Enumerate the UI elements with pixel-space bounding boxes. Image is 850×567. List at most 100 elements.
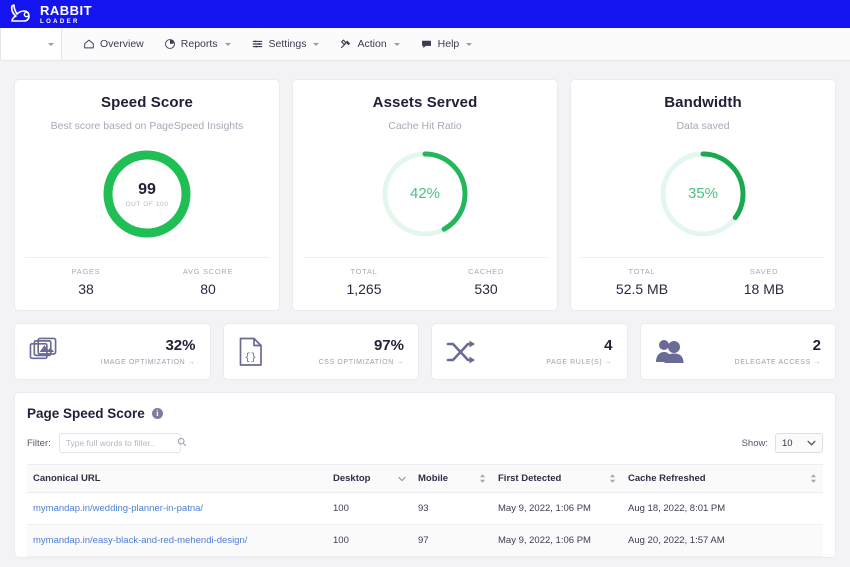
footer-value: 530 <box>425 281 547 297</box>
chat-icon <box>420 38 433 50</box>
card-footer: TOTAL 1,265 CACHED 530 <box>303 257 547 310</box>
column-label: Cache Refreshed <box>628 473 706 484</box>
nav-label: Reports <box>181 38 218 50</box>
canonical-url-link[interactable]: mymandap.in/wedding-planner-in-patna/ <box>33 503 203 514</box>
page-speed-table: Canonical URL Desktop Mobile <box>27 464 823 557</box>
users-icon <box>655 338 685 365</box>
cell-first-detected: May 9, 2022, 1:06 PM <box>492 493 622 525</box>
svg-text:{}: {} <box>244 352 256 364</box>
stat-label: CSS OPTIMIZATION → <box>319 359 404 366</box>
column-header-first-detected[interactable]: First Detected <box>492 465 622 493</box>
footer-label: SAVED <box>703 267 825 276</box>
info-icon[interactable]: i <box>152 408 163 419</box>
cell-desktop: 100 <box>327 493 412 525</box>
chevron-down-icon <box>225 43 231 46</box>
sort-desc-icon <box>388 476 406 482</box>
show-label: Show: <box>742 438 768 449</box>
column-label: Mobile <box>418 473 448 484</box>
table-row[interactable]: mymandap.in/wedding-planner-in-patna/ 10… <box>27 493 823 525</box>
show-entries-control: Show: 10 <box>742 433 823 453</box>
stat-value: 4 <box>604 337 612 354</box>
search-input[interactable] <box>66 438 177 448</box>
column-label: Desktop <box>333 473 370 484</box>
nav-label: Overview <box>100 38 144 50</box>
nav-item-reports[interactable]: Reports <box>155 34 240 54</box>
stat-tile-css-optimization[interactable]: {} 97% CSS OPTIMIZATION → <box>223 323 420 380</box>
column-header-mobile[interactable]: Mobile <box>412 465 492 493</box>
nav-item-overview[interactable]: Overview <box>74 34 153 54</box>
cell-canonical-url: mymandap.in/wedding-planner-in-patna/ <box>27 493 327 525</box>
nav-item-help[interactable]: Help <box>411 34 482 54</box>
footer-value: 38 <box>25 281 147 297</box>
stat-label: DELEGATE ACCESS → <box>735 359 821 366</box>
chevron-down-icon <box>807 438 816 449</box>
card-title: Bandwidth <box>581 94 825 111</box>
stat-tile-row: 32% IMAGE OPTIMIZATION → {} 97% CSS OPTI… <box>14 323 836 380</box>
stat-label: IMAGE OPTIMIZATION → <box>101 359 196 366</box>
nav-item-settings[interactable]: Settings <box>242 34 329 54</box>
cell-cache-refreshed: Aug 18, 2022, 8:01 PM <box>622 493 823 525</box>
column-label: First Detected <box>498 473 561 484</box>
dashboard-body: Speed Score Best score based on PageSpee… <box>0 61 850 558</box>
rabbit-loader-logo[interactable]: RABBIT LOADER <box>8 3 92 25</box>
stat-tile-delegate-access[interactable]: 2 DELEGATE ACCESS → <box>640 323 837 380</box>
images-icon <box>29 337 58 366</box>
footer-stat-cached: CACHED 530 <box>425 258 547 310</box>
cell-first-detected: May 9, 2022, 1:06 PM <box>492 525 622 557</box>
assets-served-gauge: 42% <box>303 145 547 243</box>
site-selector[interactable] <box>0 28 62 60</box>
card-footer: TOTAL 52.5 MB SAVED 18 MB <box>581 257 825 310</box>
card-title: Assets Served <box>303 94 547 111</box>
sort-both-icon <box>599 473 616 484</box>
rabbit-icon <box>8 3 34 25</box>
cell-desktop: 100 <box>327 525 412 557</box>
metric-card-speed-score: Speed Score Best score based on PageSpee… <box>14 79 280 311</box>
stat-tile-image-optimization[interactable]: 32% IMAGE OPTIMIZATION → <box>14 323 211 380</box>
bandwidth-gauge: 35% <box>581 145 825 243</box>
filter-input-wrapper[interactable] <box>59 433 181 453</box>
footer-value: 80 <box>147 281 269 297</box>
nav-label: Action <box>357 38 386 50</box>
column-header-desktop[interactable]: Desktop <box>327 465 412 493</box>
filter-label: Filter: <box>27 438 51 449</box>
footer-stat-total: TOTAL 1,265 <box>303 258 425 310</box>
column-header-canonical-url[interactable]: Canonical URL <box>27 465 327 493</box>
footer-value: 1,265 <box>303 281 425 297</box>
code-file-icon: {} <box>238 337 264 367</box>
gauge-value: 99 <box>138 181 156 199</box>
canonical-url-link[interactable]: mymandap.in/easy-black-and-red-mehendi-d… <box>33 535 247 546</box>
brand-bar: RABBIT LOADER <box>0 0 850 28</box>
nav-item-action[interactable]: Action <box>330 34 408 54</box>
home-icon <box>83 38 95 50</box>
stat-value: 2 <box>813 337 821 354</box>
table-toolbar: Filter: Show: 10 <box>27 433 823 453</box>
table-header: Canonical URL Desktop Mobile <box>27 465 823 493</box>
page-size-select[interactable]: 10 <box>775 433 823 453</box>
gauge-caption: OUT OF 100 <box>125 201 168 208</box>
card-subtitle: Data saved <box>581 120 825 132</box>
table-row[interactable]: mymandap.in/easy-black-and-red-mehendi-d… <box>27 525 823 557</box>
stat-value: 32% <box>165 337 195 354</box>
brand-name: RABBIT <box>40 4 92 17</box>
page-speed-score-panel: Page Speed Score i Filter: Show: 10 <box>14 392 836 558</box>
chevron-down-icon <box>466 43 472 46</box>
footer-value: 18 MB <box>703 281 825 297</box>
cell-canonical-url: mymandap.in/easy-black-and-red-mehendi-d… <box>27 525 327 557</box>
table-header-row: Canonical URL Desktop Mobile <box>27 465 823 493</box>
column-header-cache-refreshed[interactable]: Cache Refreshed <box>622 465 823 493</box>
footer-label: TOTAL <box>581 267 703 276</box>
shuffle-icon <box>446 339 476 365</box>
chevron-down-icon <box>48 43 54 46</box>
footer-stat-avg-score: AVG SCORE 80 <box>147 258 269 310</box>
metric-card-row: Speed Score Best score based on PageSpee… <box>14 79 836 311</box>
table-body: mymandap.in/wedding-planner-in-patna/ 10… <box>27 493 823 557</box>
footer-label: TOTAL <box>303 267 425 276</box>
sort-both-icon <box>800 473 817 484</box>
stat-tile-page-rules[interactable]: 4 PAGE RULE(S) → <box>431 323 628 380</box>
search-icon <box>177 434 187 452</box>
cell-mobile: 93 <box>412 493 492 525</box>
cell-cache-refreshed: Aug 20, 2022, 1:57 AM <box>622 525 823 557</box>
tools-icon <box>339 38 352 50</box>
footer-label: PAGES <box>25 267 147 276</box>
nav-item-list: Overview Reports Settings Action <box>62 28 481 60</box>
